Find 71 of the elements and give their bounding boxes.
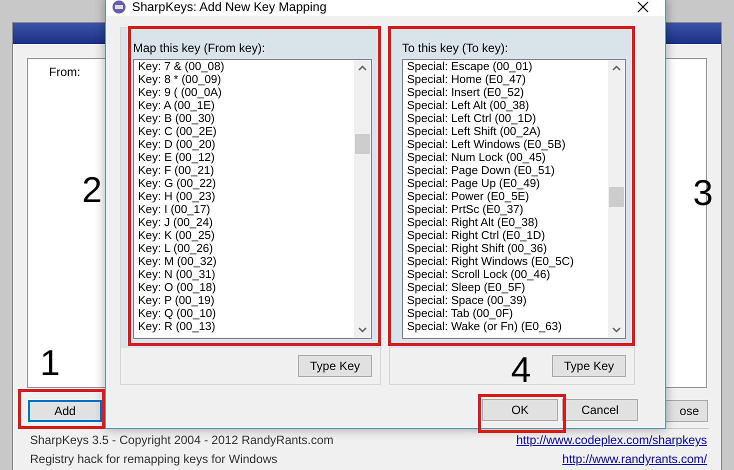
scroll-down-icon[interactable] (612, 327, 621, 333)
key-list[interactable] (133, 59, 372, 339)
step-number: 1 (40, 343, 60, 383)
key-item[interactable]: Special: Page Up (E0_49) (407, 178, 608, 191)
description-text: Registry hack for remapping keys for Windows (30, 452, 278, 467)
key-item[interactable]: Key: 9 ( (00_0A) (138, 87, 354, 100)
key-item[interactable]: Special: Page Down (E0_51) (407, 165, 608, 178)
key-item[interactable]: Key: L (00_26) (138, 243, 354, 256)
key-item[interactable]: Special: Home (E0_47) (407, 74, 608, 87)
key-item[interactable]: Special: Left Windows (E0_5B) (407, 139, 608, 152)
step-number: 2 (82, 170, 102, 210)
key-item[interactable]: Special: Space (00_39) (407, 295, 608, 308)
key-item[interactable]: Key: D (00_20) (138, 139, 354, 152)
key-item[interactable]: Special: Left Alt (00_38) (407, 100, 608, 113)
key-item[interactable]: Key: 7 & (00_08) (138, 61, 354, 74)
step-number: 3 (693, 173, 714, 213)
key-item[interactable]: Key: C (00_2E) (138, 126, 354, 139)
key-item[interactable]: Key: K (00_25) (138, 230, 354, 243)
key-item[interactable]: Special: Right Alt (E0_38) (407, 217, 608, 230)
type-key-button[interactable]: Type Key (552, 355, 626, 377)
key-item[interactable]: Special: Wake (or Fn) (E0_63) (407, 321, 608, 334)
close-icon[interactable] (637, 1, 649, 13)
key-item[interactable]: Key: P (00_19) (138, 295, 354, 308)
key-item[interactable]: Special: Left Shift (00_2A) (407, 126, 608, 139)
key-item[interactable]: Special: Insert (E0_52) (407, 87, 608, 100)
key-item[interactable]: Key: R (00_13) (138, 321, 354, 334)
dialog-title: SharpKeys: Add New Key Mapping (132, 0, 328, 14)
copyright-text: SharpKeys 3.5 - Copyright 2004 - 2012 RandyRants.com (30, 433, 334, 448)
add-button[interactable]: Add (28, 400, 102, 422)
key-item[interactable]: Special: Right Shift (00_36) (407, 243, 608, 256)
key-item[interactable]: Special: Tab (00_0F) (407, 308, 608, 321)
key-item[interactable]: Key: Q (00_10) (138, 308, 354, 321)
key-list[interactable] (402, 59, 626, 339)
group-label: To this key (To key): (402, 41, 510, 57)
key-item[interactable]: Special: PrtSc (E0_37) (407, 204, 608, 217)
scroll-up-icon[interactable] (358, 65, 367, 71)
scroll-bar[interactable] (608, 60, 625, 338)
key-item[interactable]: Key: A (00_1E) (138, 100, 354, 113)
key-item[interactable]: Key: M (00_32) (138, 256, 354, 269)
key-item[interactable]: Key: H (00_23) (138, 191, 354, 204)
keyboard-app-icon (112, 0, 126, 14)
ok-button[interactable]: OK (482, 399, 558, 421)
key-item[interactable]: Key: 8 * (00_09) (138, 74, 354, 87)
step-number: 4 (511, 350, 532, 390)
key-item[interactable]: Special: Right Ctrl (E0_1D) (407, 230, 608, 243)
scroll-thumb[interactable] (609, 187, 624, 207)
key-item[interactable]: Key: E (00_12) (138, 152, 354, 165)
scroll-up-icon[interactable] (612, 65, 621, 71)
key-item[interactable]: Key: J (00_24) (138, 217, 354, 230)
key-item[interactable]: Special: Left Ctrl (00_1D) (407, 113, 608, 126)
key-item[interactable]: Special: Right Windows (E0_5C) (407, 256, 608, 269)
type-key-button[interactable]: Type Key (298, 355, 372, 377)
website-link[interactable]: http://www.randyrants.com/ (562, 452, 707, 467)
scroll-thumb[interactable] (355, 134, 370, 154)
codeplex-link[interactable]: http://www.codeplex.com/sharpkeys (516, 433, 707, 448)
key-item[interactable]: Special: Scroll Lock (00_46) (407, 269, 608, 282)
group-label: Map this key (From key): (133, 41, 266, 57)
key-item[interactable]: Key: N (00_31) (138, 269, 354, 282)
cancel-button[interactable]: Cancel (562, 399, 638, 421)
key-item[interactable]: Special: Power (E0_5E) (407, 191, 608, 204)
key-item[interactable]: Special: Sleep (E0_5F) (407, 282, 608, 295)
key-item[interactable]: Special: Num Lock (00_45) (407, 152, 608, 165)
key-item[interactable]: Key: B (00_30) (138, 113, 354, 126)
from-label: From: (49, 65, 80, 79)
key-item[interactable]: Key: I (00_17) (138, 204, 354, 217)
key-item[interactable]: Key: G (00_22) (138, 178, 354, 191)
key-item[interactable]: Key: F (00_21) (138, 165, 354, 178)
scroll-down-icon[interactable] (358, 327, 367, 333)
key-item[interactable]: Special: Escape (00_01) (407, 61, 608, 74)
scroll-bar[interactable] (354, 60, 371, 338)
key-item[interactable]: Key: O (00_18) (138, 282, 354, 295)
